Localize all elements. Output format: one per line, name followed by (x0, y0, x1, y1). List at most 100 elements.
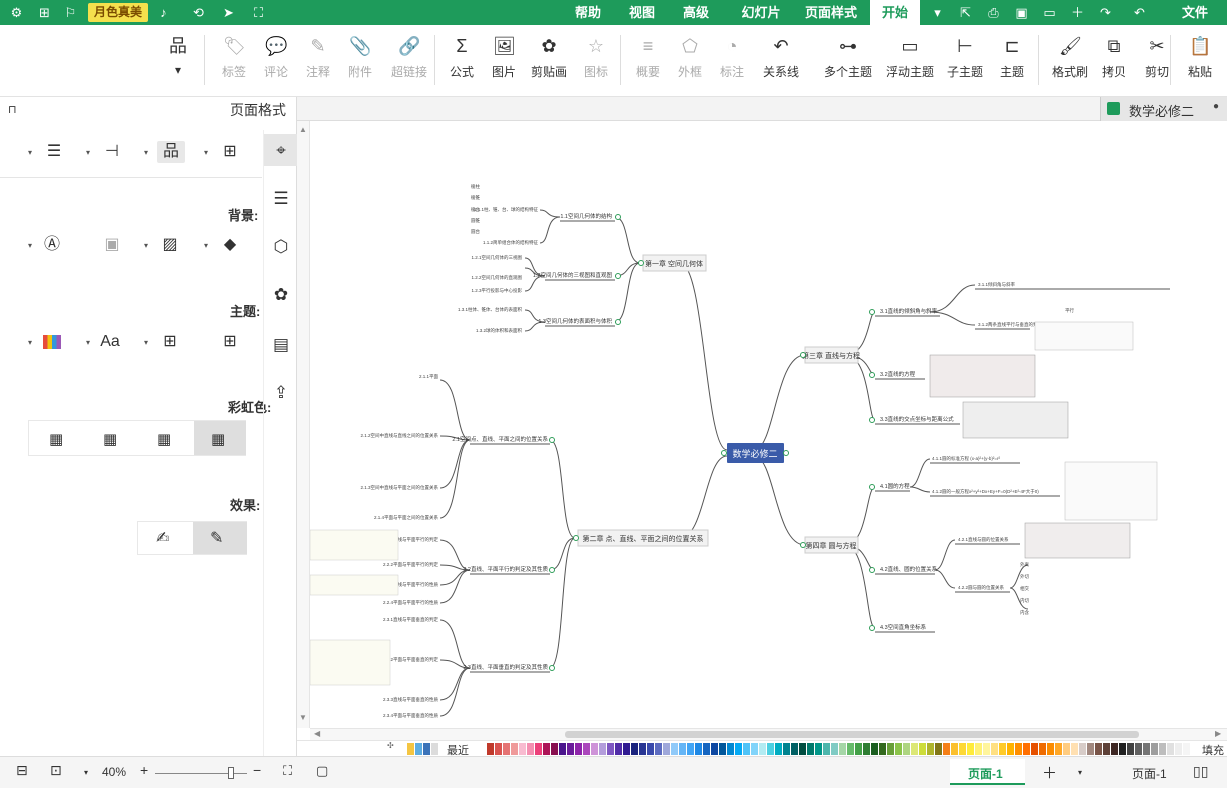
subtopic-label[interactable]: 1.3空间几何体的表面积与体积 (538, 317, 612, 325)
add-page-icon[interactable]: ＋ (1042, 762, 1057, 783)
fit-screen-icon[interactable]: ⊡ (50, 762, 62, 779)
color-swatch[interactable] (991, 743, 998, 755)
detail-label[interactable]: 4.1.1圆的标准方程 (x-a)²+(y-b)²=r² (932, 455, 1001, 462)
color-swatch[interactable] (671, 743, 678, 755)
zoom-level[interactable]: 40% (102, 765, 126, 779)
subtopic-label[interactable]: 4.1圆的方程 (880, 482, 910, 490)
subtopic-label[interactable]: 3.3直线的交点坐标与距离公式 (880, 415, 954, 423)
color-swatch[interactable] (559, 743, 566, 755)
detail-label[interactable]: 圆台 (471, 228, 480, 235)
scrollbar-thumb[interactable] (565, 731, 1139, 738)
color-swatch[interactable] (743, 743, 750, 755)
fullscreen-icon[interactable]: ⛶ (250, 4, 267, 21)
color-swatch[interactable] (999, 743, 1006, 755)
document-tab[interactable]: 数学必修二 ● (1100, 97, 1227, 121)
detail-label[interactable]: 1.1.2简单组合体的结构特征 (483, 239, 539, 246)
tab-start[interactable]: 开始 (870, 0, 920, 25)
callout-button[interactable]: ◔ 标注 (712, 31, 752, 91)
color-swatch[interactable] (1023, 743, 1030, 755)
redo-icon[interactable]: ↷ (1097, 4, 1114, 21)
color-swatch[interactable] (1103, 743, 1110, 755)
vertical-scrollbar[interactable]: ▲ ▼ (297, 121, 310, 728)
boundary-button[interactable]: ⬠ 外框 (670, 31, 710, 91)
color-swatch[interactable] (831, 743, 838, 755)
color-swatch[interactable] (1127, 743, 1134, 755)
outline-view-icon[interactable]: ⊟ (16, 762, 28, 779)
color-swatch[interactable] (759, 743, 766, 755)
zoom-in-icon[interactable]: + (140, 762, 148, 778)
color-swatch[interactable] (879, 743, 886, 755)
quick-access-menu-icon[interactable]: ▾ (929, 4, 946, 21)
formula-note[interactable] (1064, 461, 1158, 521)
subtopic-label[interactable]: 3.1直线的倾斜角与斜率 (880, 307, 938, 315)
detail-label[interactable]: 相交 (1020, 585, 1029, 592)
formula-note[interactable] (1034, 321, 1134, 351)
theme-grid-icon[interactable]: ⊞ (218, 331, 242, 353)
icon-library-icon[interactable]: ⬡ (270, 236, 292, 258)
color-swatch[interactable] (791, 743, 798, 755)
color-swatch[interactable] (1119, 743, 1126, 755)
color-swatch[interactable] (495, 743, 502, 755)
detail-label[interactable]: 1.2.3平行投影与中心投影 (471, 287, 522, 294)
color-swatch[interactable] (935, 743, 942, 755)
color-swatch[interactable] (1063, 743, 1070, 755)
color-swatch[interactable] (591, 743, 598, 755)
layout-grid-icon[interactable]: ⊞ (218, 141, 242, 163)
color-swatch[interactable] (703, 743, 710, 755)
detail-label[interactable]: 内含 (1020, 609, 1029, 616)
color-swatch[interactable] (1151, 743, 1158, 755)
relationship-button[interactable]: ↶ 关系线 (760, 31, 802, 91)
color-swatch[interactable] (767, 743, 774, 755)
color-swatch[interactable] (487, 743, 494, 755)
color-swatch[interactable] (975, 743, 982, 755)
detail-label[interactable]: 3.1.2两条直线平行与垂直的判定 (978, 321, 1043, 328)
detail-label[interactable]: 棱柱 (471, 183, 480, 190)
color-swatch[interactable] (639, 743, 646, 755)
watermark-icon[interactable]: Ⓐ (40, 234, 64, 256)
color-swatch[interactable] (1175, 743, 1182, 755)
color-swatch[interactable] (1079, 743, 1086, 755)
copy-button[interactable]: ⧉ 拷贝 (1094, 31, 1134, 91)
color-swatch[interactable] (543, 743, 550, 755)
detail-label[interactable]: 2.1.1平面 (419, 374, 439, 380)
detail-label[interactable]: 2.1.2空间中直线与直线之间的位置关系 (360, 432, 438, 439)
numbering-icon[interactable]: ☰ (42, 141, 66, 163)
tab-help[interactable]: 帮助 (568, 0, 608, 25)
color-swatch[interactable] (519, 743, 526, 755)
color-swatch[interactable] (1007, 743, 1014, 755)
cut-button[interactable]: ✂ 剪切 (1137, 31, 1177, 91)
save-icon[interactable]: ▣ (1013, 4, 1030, 21)
color-swatch[interactable] (1015, 743, 1022, 755)
theme-font-icon[interactable]: Aa (98, 331, 122, 353)
detail-label[interactable]: 1.1.1柱、锥、台、球的结构特征 (474, 206, 539, 213)
org-layout-icon[interactable]: 品 (157, 141, 185, 163)
detail-label[interactable]: 2.3.3直线与平面垂直的性质 (383, 696, 439, 703)
detail-label[interactable]: 1.3.2球的体积和表面积 (476, 327, 523, 334)
zoom-out-icon[interactable]: − (253, 762, 261, 778)
detail-label[interactable]: 2.3.4平面与平面垂直的性质 (383, 712, 439, 719)
recent-color-swatch[interactable] (407, 743, 414, 755)
detail-label[interactable]: 2.3.1直线与平面垂直的判定 (383, 616, 439, 623)
paste-button[interactable]: 📋 粘贴 (1180, 31, 1220, 91)
color-swatch[interactable] (919, 743, 926, 755)
palette-settings-icon[interactable]: ✣ (387, 741, 394, 750)
color-swatch[interactable] (847, 743, 854, 755)
comment-button[interactable]: 💬 评论 (256, 31, 296, 91)
detail-label[interactable]: 2.2.2平面与平面平行的判定 (383, 561, 439, 568)
color-swatch[interactable] (503, 743, 510, 755)
share-icon[interactable]: ⟲ (190, 4, 207, 21)
detail-label[interactable]: 棱锥 (471, 194, 480, 201)
zoom-dropdown-icon[interactable]: ▾ (84, 768, 88, 777)
tab-page-style[interactable]: 页面样式 (800, 0, 862, 25)
color-swatch[interactable] (535, 743, 542, 755)
color-swatch[interactable] (1159, 743, 1166, 755)
color-swatch[interactable] (927, 743, 934, 755)
subtopic-button[interactable]: ⊢ 子主题 (945, 31, 985, 91)
color-swatch[interactable] (647, 743, 654, 755)
color-swatch[interactable] (983, 743, 990, 755)
rainbow-grid-icon[interactable]: ▦ (103, 430, 117, 448)
detail-label[interactable]: 3.1.1倾斜角与斜率 (978, 281, 1016, 288)
tab-slides[interactable]: 幻灯片 (734, 0, 788, 25)
color-swatch[interactable] (799, 743, 806, 755)
subtopic-label[interactable]: 1.2空间几何体的三视图和直观图 (533, 271, 613, 279)
